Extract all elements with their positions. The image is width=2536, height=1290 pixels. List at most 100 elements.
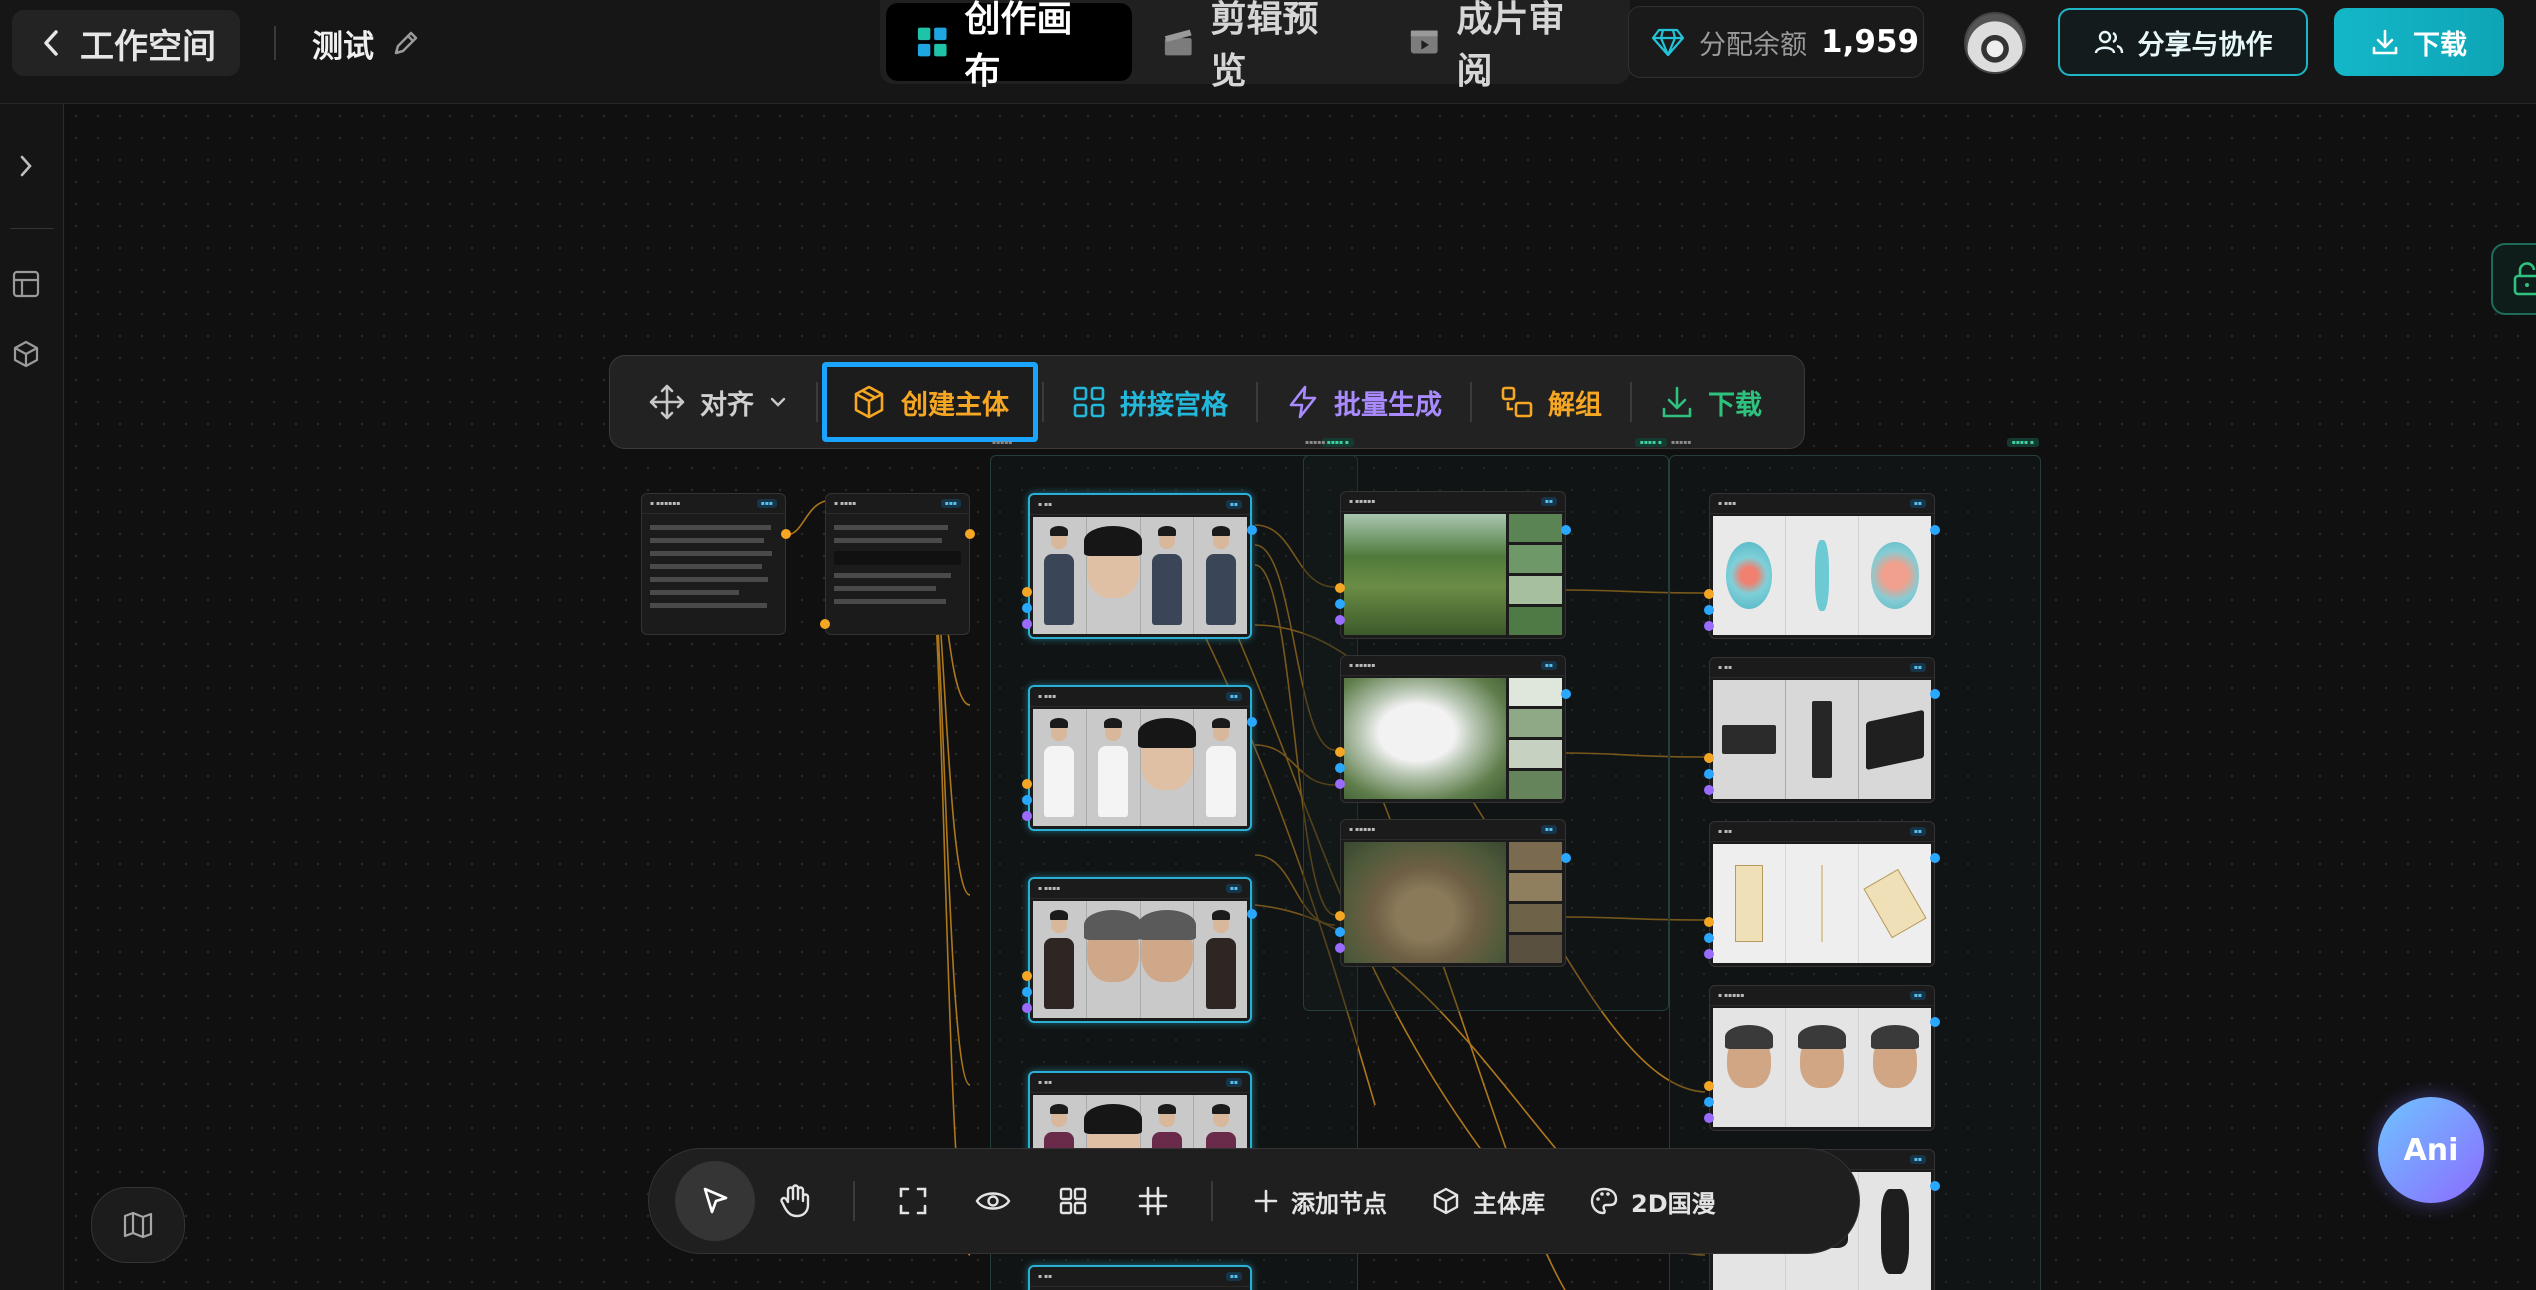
input-port[interactable]	[1022, 971, 1032, 981]
preview-button[interactable]	[953, 1161, 1033, 1241]
style-selector-button[interactable]: 2D国漫	[1567, 1161, 1738, 1241]
pencil-icon[interactable]	[390, 27, 422, 59]
story-text-node[interactable]: ▪ ▪▪▪▪▪▪ ▪▪▪	[641, 493, 786, 635]
share-label: 分享与协作	[2137, 29, 2273, 61]
prop-node[interactable]: ▪ ▪▪▪▪▪ ▪▪	[1709, 985, 1935, 1131]
hashtag-icon	[1138, 1186, 1168, 1216]
character-node[interactable]: ▪ ▪▪ ▪▪	[1028, 493, 1252, 639]
scene-node[interactable]: ▪ ▪▪▪▪▪ ▪▪	[1340, 655, 1566, 803]
input-port[interactable]	[1335, 779, 1345, 789]
back-label: 工作空间	[80, 26, 216, 67]
scene-node[interactable]: ▪ ▪▪▪▪▪ ▪▪	[1340, 819, 1566, 967]
input-port[interactable]	[1704, 1097, 1714, 1107]
chevron-right-icon	[20, 155, 32, 177]
subject-panel-button[interactable]	[6, 334, 46, 374]
toolbar-divider	[1211, 1181, 1213, 1221]
input-port[interactable]	[1704, 605, 1714, 615]
expand-panel-button[interactable]	[6, 146, 46, 186]
prop-node[interactable]: ▪ ▪▪▪▪	[1709, 657, 1935, 803]
input-port[interactable]	[1704, 1081, 1714, 1091]
input-port[interactable]	[1704, 933, 1714, 943]
output-port[interactable]	[965, 529, 975, 539]
output-port[interactable]	[1247, 909, 1257, 919]
character-node[interactable]: ▪ ▪▪▪▪ ▪▪	[1028, 877, 1252, 1023]
snap-grid-button[interactable]	[1113, 1161, 1193, 1241]
character-view	[1137, 709, 1196, 826]
node-header: ▪ ▪▪▪▪▪▪▪	[1710, 986, 1934, 1006]
input-port[interactable]	[1335, 927, 1345, 937]
tab-edit-preview[interactable]: 剪辑预览	[1132, 0, 1378, 92]
input-port[interactable]	[1335, 615, 1345, 625]
tab-final-review[interactable]: 成片审阅	[1378, 0, 1624, 92]
input-port[interactable]	[820, 619, 830, 629]
document-title[interactable]: 测试	[312, 20, 422, 66]
input-port[interactable]	[1335, 747, 1345, 757]
input-port[interactable]	[1704, 1113, 1714, 1123]
fit-view-button[interactable]	[873, 1161, 953, 1241]
output-port[interactable]	[1247, 717, 1257, 727]
input-port[interactable]	[1022, 587, 1032, 597]
ani-assistant-button[interactable]: Ani	[2378, 1097, 2484, 1203]
user-avatar[interactable]	[1964, 12, 2026, 74]
character-view	[1084, 901, 1143, 1018]
character-node[interactable]: ▪ ▪▪▪ ▪▪	[1028, 685, 1252, 831]
select-tool-button[interactable]	[675, 1161, 755, 1241]
analysis-text-node[interactable]: ▪ ▪▪▪▪ ▪▪▪	[825, 493, 970, 635]
scene-node[interactable]: ▪ ▪▪▪▪▪ ▪▪	[1340, 491, 1566, 639]
input-port[interactable]	[1704, 769, 1714, 779]
input-port[interactable]	[1022, 987, 1032, 997]
share-collaborate-button[interactable]: 分享与协作	[2058, 8, 2308, 76]
output-port[interactable]	[1561, 853, 1571, 863]
input-port[interactable]	[1022, 811, 1032, 821]
output-port[interactable]	[1930, 689, 1940, 699]
output-port[interactable]	[1930, 525, 1940, 535]
minimap-button[interactable]	[91, 1187, 185, 1263]
input-port[interactable]	[1704, 785, 1714, 795]
style-label: 2D国漫	[1631, 1189, 1716, 1218]
prop-node[interactable]: ▪ ▪▪▪▪	[1709, 821, 1935, 967]
input-port[interactable]	[1335, 763, 1345, 773]
input-port[interactable]	[1335, 911, 1345, 921]
input-port[interactable]	[1022, 779, 1032, 789]
output-port[interactable]	[781, 529, 791, 539]
input-port[interactable]	[1335, 943, 1345, 953]
layout-grid-button[interactable]	[1033, 1161, 1113, 1241]
hand-tool-button[interactable]	[755, 1161, 835, 1241]
character-node[interactable]: ▪ ▪▪ ▪▪	[1028, 1265, 1252, 1290]
input-port[interactable]	[1704, 917, 1714, 927]
toolbar-divider	[853, 1181, 855, 1221]
output-port[interactable]	[1561, 525, 1571, 535]
layout-panel-button[interactable]	[6, 264, 46, 304]
subject-library-button[interactable]: 主体库	[1409, 1161, 1567, 1241]
group-header: ▪▪▪▪▪ ▪▪▪▪ ▪	[992, 435, 1354, 449]
input-port[interactable]	[1704, 753, 1714, 763]
character-sheet-image	[1033, 901, 1247, 1018]
character-sheet-image	[1033, 709, 1247, 826]
output-port[interactable]	[1561, 689, 1571, 699]
back-to-workspace-button[interactable]: 工作空间	[12, 10, 240, 76]
output-port[interactable]	[1247, 525, 1257, 535]
prop-node[interactable]: ▪ ▪▪▪ ▪▪	[1709, 493, 1935, 639]
output-port[interactable]	[1930, 1181, 1940, 1191]
add-node-button[interactable]: 添加节点	[1231, 1161, 1409, 1241]
tab-canvas[interactable]: 创作画布	[886, 0, 1132, 92]
input-port[interactable]	[1704, 621, 1714, 631]
character-view	[1141, 517, 1195, 634]
node-header: ▪ ▪▪▪▪▪▪▪	[1341, 656, 1565, 676]
horse-view	[1859, 1172, 1931, 1290]
character-view	[1194, 901, 1247, 1018]
output-port[interactable]	[1930, 1017, 1940, 1027]
input-port[interactable]	[1022, 795, 1032, 805]
input-port[interactable]	[1022, 1003, 1032, 1013]
input-port[interactable]	[1704, 949, 1714, 959]
input-port[interactable]	[1704, 589, 1714, 599]
output-port[interactable]	[1930, 853, 1940, 863]
balance-indicator[interactable]: 分配余额 1,959	[1628, 6, 1924, 78]
download-button[interactable]: 下载	[2334, 8, 2504, 76]
creation-canvas[interactable]: 对齐 创建主体 拼接宫格 批量生成 解组 下载 ▪ ▪▪▪▪▪▪ ▪▪▪ ▪ ▪…	[65, 105, 2536, 1290]
input-port[interactable]	[1022, 603, 1032, 613]
input-port[interactable]	[1335, 599, 1345, 609]
input-port[interactable]	[1335, 583, 1345, 593]
top-bar: 工作空间 测试 创作画布 剪辑预览 成片审阅 分配余额 1,959 分享与协作 …	[0, 0, 2536, 104]
input-port[interactable]	[1022, 619, 1032, 629]
